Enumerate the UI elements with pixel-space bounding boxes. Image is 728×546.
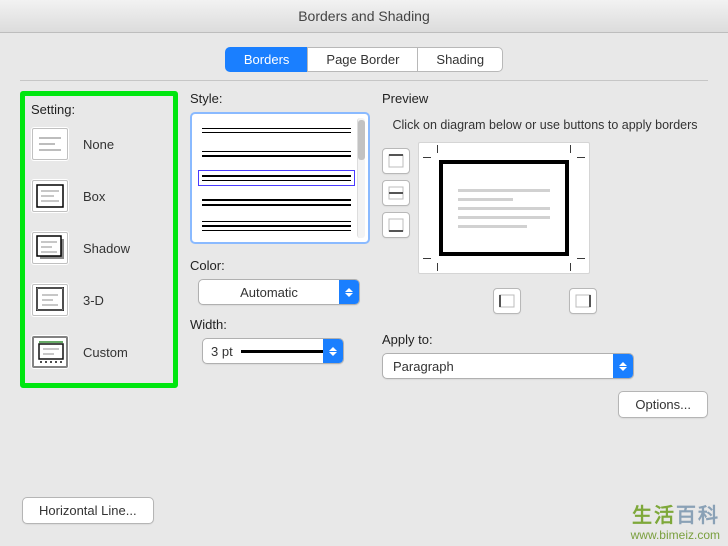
width-value: 3 pt	[211, 344, 233, 359]
width-label: Width:	[190, 317, 370, 332]
preview-hint: Click on diagram below or use buttons to…	[388, 118, 702, 132]
apply-to-value: Paragraph	[383, 359, 613, 374]
tab-shading[interactable]: Shading	[417, 47, 503, 72]
preview-paragraph	[439, 160, 569, 256]
options-button[interactable]: Options...	[618, 391, 708, 418]
tab-bar: Borders Page Border Shading	[0, 47, 728, 72]
style-label: Style:	[190, 91, 370, 106]
dropdown-arrows-icon	[613, 354, 633, 378]
apply-to-dropdown[interactable]: Paragraph	[382, 353, 634, 379]
setting-box[interactable]: Box	[31, 179, 163, 213]
none-icon	[31, 127, 69, 161]
tab-borders[interactable]: Borders	[225, 47, 309, 72]
color-label: Color:	[190, 258, 370, 273]
setting-3d[interactable]: 3-D	[31, 283, 163, 317]
color-dropdown[interactable]: Automatic	[198, 279, 360, 305]
setting-none[interactable]: None	[31, 127, 163, 161]
setting-custom-label: Custom	[83, 345, 128, 360]
style-option-selected[interactable]	[198, 170, 355, 186]
width-dropdown[interactable]: 3 pt	[202, 338, 344, 364]
preview-label: Preview	[382, 91, 708, 106]
horizontal-line-button[interactable]: Horizontal Line...	[22, 497, 154, 524]
style-option-2[interactable]	[198, 146, 355, 162]
style-scrollbar[interactable]	[357, 118, 365, 238]
border-middle-button[interactable]	[382, 180, 410, 206]
setting-box-label: Box	[83, 189, 105, 204]
setting-3d-label: 3-D	[83, 293, 104, 308]
dropdown-arrows-icon	[339, 280, 359, 304]
width-sample-line	[241, 350, 323, 353]
border-right-button[interactable]	[569, 288, 597, 314]
border-top-button[interactable]	[382, 148, 410, 174]
setting-shadow[interactable]: Shadow	[31, 231, 163, 265]
box-icon	[31, 179, 69, 213]
style-option-1[interactable]	[198, 122, 355, 138]
style-option-5[interactable]	[198, 218, 355, 234]
setting-custom[interactable]: Custom	[31, 335, 163, 369]
setting-shadow-label: Shadow	[83, 241, 130, 256]
setting-label: Setting:	[31, 102, 163, 117]
border-bottom-button[interactable]	[382, 212, 410, 238]
style-option-4[interactable]	[198, 194, 355, 210]
dropdown-arrows-icon	[323, 339, 343, 363]
border-left-button[interactable]	[493, 288, 521, 314]
preview-canvas[interactable]	[418, 142, 590, 274]
three-d-icon	[31, 283, 69, 317]
window-title: Borders and Shading	[0, 0, 728, 33]
shadow-icon	[31, 231, 69, 265]
color-value: Automatic	[199, 285, 339, 300]
setting-none-label: None	[83, 137, 114, 152]
style-list[interactable]	[190, 112, 370, 244]
tab-page-border[interactable]: Page Border	[307, 47, 418, 72]
watermark: 生活百科 www.bimeiz.com	[631, 499, 720, 542]
setting-group-highlight: Setting: None Box Shadow	[20, 91, 178, 388]
apply-to-label: Apply to:	[382, 332, 708, 347]
custom-icon	[31, 335, 69, 369]
